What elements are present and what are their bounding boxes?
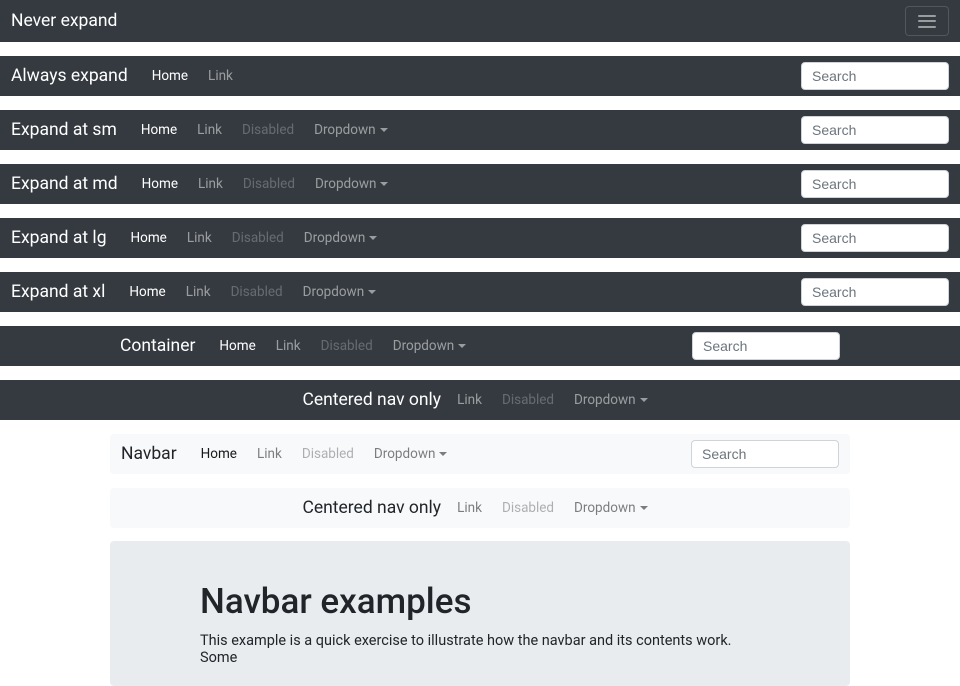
nav-link-home[interactable]: Home — [191, 440, 247, 468]
nav-link-home[interactable]: Home — [132, 170, 188, 198]
nav-link-disabled: Disabled — [222, 224, 294, 252]
nav-link-link[interactable]: Link — [247, 440, 292, 468]
nav-link-link[interactable]: Link — [447, 386, 492, 414]
nav-items: Home Link Disabled Dropdown — [209, 332, 692, 360]
nav-link-dropdown[interactable]: Dropdown — [383, 332, 477, 360]
search-input[interactable] — [801, 278, 949, 306]
nav-link-link[interactable]: Link — [188, 170, 233, 198]
nav-link-disabled: Disabled — [221, 278, 293, 306]
navbar-toggler[interactable] — [905, 6, 949, 36]
nav-link-link[interactable]: Link — [177, 224, 222, 252]
jumbo-desc: This example is a quick exercise to illu… — [200, 632, 760, 666]
brand[interactable]: Expand at lg — [11, 228, 107, 248]
nav-link-dropdown[interactable]: Dropdown — [293, 278, 387, 306]
hamburger-icon — [918, 26, 936, 28]
nav-link-home[interactable]: Home — [131, 116, 187, 144]
nav-link-dropdown[interactable]: Dropdown — [364, 440, 458, 468]
nav-link-dropdown[interactable]: Dropdown — [294, 224, 388, 252]
nav-link-disabled: Disabled — [233, 170, 305, 198]
brand[interactable]: Expand at xl — [11, 282, 105, 302]
search-input[interactable] — [801, 62, 949, 90]
search-input[interactable] — [801, 116, 949, 144]
nav-link-link[interactable]: Link — [198, 62, 243, 90]
nav-link-disabled: Disabled — [232, 116, 304, 144]
nav-link-dropdown[interactable]: Dropdown — [304, 116, 398, 144]
nav-items: Home Link Disabled Dropdown — [131, 116, 801, 144]
nav-items: Home Link Disabled Dropdown — [119, 278, 801, 306]
nav-link-home[interactable]: Home — [142, 62, 198, 90]
navbar-expand-xl: Expand at xl Home Link Disabled Dropdown — [0, 272, 960, 312]
nav-link-dropdown[interactable]: Dropdown — [564, 494, 658, 522]
nav-link-dropdown[interactable]: Dropdown — [564, 386, 658, 414]
navbar-light: Navbar Home Link Disabled Dropdown — [110, 434, 850, 474]
navbar-expand-sm: Expand at sm Home Link Disabled Dropdown — [0, 110, 960, 150]
search-input[interactable] — [801, 224, 949, 252]
navbar-never-expand: Never expand — [0, 0, 960, 42]
nav-link-home[interactable]: Home — [119, 278, 175, 306]
nav-link-link[interactable]: Link — [447, 494, 492, 522]
navbar-expand-lg: Expand at lg Home Link Disabled Dropdown — [0, 218, 960, 258]
nav-items: Home Link — [142, 62, 801, 90]
nav-link-link[interactable]: Link — [176, 278, 221, 306]
nav-link-home[interactable]: Home — [209, 332, 265, 360]
search-input[interactable] — [692, 332, 840, 360]
brand[interactable]: Never expand — [11, 11, 117, 31]
nav-items: Home Link Disabled Dropdown — [121, 224, 801, 252]
brand[interactable]: Always expand — [11, 66, 128, 86]
nav-link-disabled: Disabled — [492, 494, 564, 522]
navbar-container: Container Home Link Disabled Dropdown — [0, 326, 960, 366]
search-input[interactable] — [801, 170, 949, 198]
nav-link-link[interactable]: Link — [187, 116, 232, 144]
nav-link-disabled: Disabled — [311, 332, 383, 360]
nav-link-home[interactable]: Home — [121, 224, 177, 252]
nav-link-dropdown[interactable]: Dropdown — [305, 170, 399, 198]
hamburger-icon — [918, 15, 936, 17]
brand[interactable]: Expand at sm — [11, 120, 117, 140]
brand[interactable]: Centered nav only — [302, 498, 441, 518]
jumbo-title: Navbar examples — [200, 581, 760, 622]
hamburger-icon — [918, 20, 936, 22]
nav-items: Home Link Disabled Dropdown — [132, 170, 801, 198]
jumbotron: Navbar examples This example is a quick … — [110, 541, 850, 686]
brand[interactable]: Centered nav only — [302, 390, 441, 410]
navbar-expand-md: Expand at md Home Link Disabled Dropdown — [0, 164, 960, 204]
navbar-always-expand: Always expand Home Link — [0, 56, 960, 96]
search-input[interactable] — [691, 440, 839, 468]
nav-link-link[interactable]: Link — [266, 332, 311, 360]
navbar-centered-light: Centered nav only Link Disabled Dropdown — [110, 488, 850, 528]
navbar-centered-dark: Centered nav only Link Disabled Dropdown — [0, 380, 960, 420]
brand[interactable]: Navbar — [121, 444, 177, 464]
nav-link-disabled: Disabled — [492, 386, 564, 414]
nav-items: Home Link Disabled Dropdown — [191, 440, 691, 468]
brand[interactable]: Expand at md — [11, 174, 118, 194]
nav-link-disabled: Disabled — [292, 440, 364, 468]
brand[interactable]: Container — [120, 336, 195, 356]
